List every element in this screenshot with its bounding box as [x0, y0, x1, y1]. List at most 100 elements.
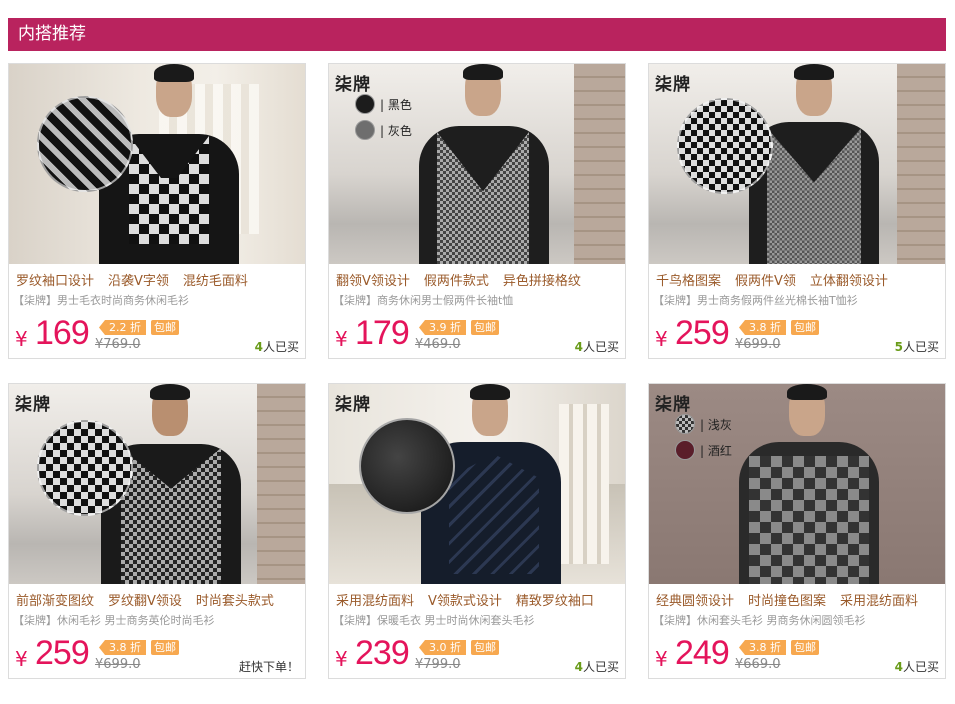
discount-badge: 3.0 折	[419, 640, 466, 655]
feature-text: 时尚套头款式	[195, 594, 274, 609]
feature-text: 罗纹翻V领设	[108, 594, 182, 609]
currency-symbol: ¥	[335, 327, 348, 351]
sold-count: 4人已买	[255, 338, 299, 355]
currency-symbol: ¥	[655, 327, 668, 351]
original-price: ¥699.0	[95, 657, 141, 672]
feature-text: V领款式设计	[428, 594, 502, 609]
sold-count: 5人已买	[895, 338, 939, 355]
feature-text: 假两件V领	[735, 274, 796, 289]
free-shipping-tag: 包邮	[471, 320, 499, 335]
sold-label: 赶快下单！	[238, 660, 299, 674]
currency-symbol: ¥	[655, 647, 668, 671]
discount-badge: 3.8 折	[99, 640, 146, 655]
product-image[interactable]: 柒牌 | 黑色 | 灰色	[329, 64, 625, 264]
product-card[interactable]: 柒牌 前部渐变图纹 罗纹翻V领设 时尚套头款式 【柒牌】休闲毛衫 男士商务英伦时尚毛…	[8, 383, 306, 679]
product-image[interactable]: 柒牌	[329, 384, 625, 584]
section-title: 内搭推荐	[18, 24, 86, 44]
sale-price: 259	[35, 634, 90, 672]
feature-text: 翻领V领设计	[336, 274, 410, 289]
product-card[interactable]: 柒牌 | 黑色 | 灰色 翻领V领设计 假两件款式 异色拼接格纹 【柒牌】商务休闲男…	[328, 63, 626, 359]
feature-list: 前部渐变图纹 罗纹翻V领设 时尚套头款式	[16, 590, 288, 609]
feature-text: 罗纹袖口设计	[16, 274, 95, 289]
currency-symbol: ¥	[335, 647, 348, 671]
swatch-label: | 浅灰	[700, 417, 732, 432]
swatch-label: | 灰色	[380, 123, 412, 138]
currency-symbol: ¥	[15, 327, 28, 351]
color-swatch[interactable]: | 黑色	[355, 94, 412, 114]
feature-text: 采用混纺面料	[336, 594, 415, 609]
sale-price: 259	[675, 314, 730, 352]
free-shipping-tag: 包邮	[791, 640, 819, 655]
product-card[interactable]: 罗纹袖口设计 沿袭V字领 混纺毛面料 【柒牌】男士毛衣时尚商务休闲毛衫 ¥ 169 …	[8, 63, 306, 359]
swatch-label: | 黑色	[380, 97, 412, 112]
feature-list: 经典圆领设计 时尚撞色图案 采用混纺面料	[656, 590, 932, 609]
sold-number: 4	[894, 660, 903, 674]
product-image[interactable]: 柒牌	[9, 384, 305, 584]
sold-label: 人已买	[582, 660, 619, 674]
feature-text: 采用混纺面料	[840, 594, 919, 609]
product-title[interactable]: 【柒牌】男士毛衣时尚商务休闲毛衫	[13, 292, 189, 308]
product-title[interactable]: 【柒牌】休闲毛衫 男士商务英伦时尚毛衫	[13, 612, 215, 628]
feature-list: 罗纹袖口设计 沿袭V字领 混纺毛面料	[16, 270, 262, 289]
sold-count: 4人已买	[895, 658, 939, 675]
discount-badge: 2.2 折	[99, 320, 146, 335]
sold-number: 5	[894, 340, 903, 354]
product-image[interactable]	[9, 64, 305, 264]
feature-text: 经典圆领设计	[656, 594, 735, 609]
swatch-label: | 酒红	[700, 443, 732, 458]
feature-text: 混纺毛面料	[182, 274, 248, 289]
color-swatch[interactable]: | 灰色	[355, 120, 412, 140]
product-title[interactable]: 【柒牌】保暖毛衣 男士时尚休闲套头毛衫	[333, 612, 535, 628]
feature-list: 采用混纺面料 V领款式设计 精致罗纹袖口	[336, 590, 608, 609]
section-header: 内搭推荐	[8, 18, 946, 51]
sold-count: 4人已买	[575, 658, 619, 675]
brand-logo: 柒牌	[655, 395, 691, 415]
feature-text: 异色拼接格纹	[502, 274, 581, 289]
free-shipping-tag: 包邮	[151, 640, 179, 655]
product-card[interactable]: 柒牌 采用混纺面料 V领款式设计 精致罗纹袖口 【柒牌】保暖毛衣 男士时尚休闲套头毛…	[328, 383, 626, 679]
product-card[interactable]: 柒牌 | 浅灰 | 酒红 经典圆领设计 时尚撞色图案 采用混纺面料 【柒牌】休闲套头…	[648, 383, 946, 679]
feature-text: 假两件款式	[423, 274, 489, 289]
feature-text: 前部渐变图纹	[16, 594, 95, 609]
sold-label: 人已买	[262, 340, 299, 354]
color-swatch[interactable]: | 浅灰	[675, 414, 732, 434]
sold-count: 4人已买	[575, 338, 619, 355]
sold-number: 4	[574, 340, 583, 354]
brand-logo: 柒牌	[655, 75, 691, 95]
brand-logo: 柒牌	[335, 75, 371, 95]
feature-text: 时尚撞色图案	[748, 594, 827, 609]
feature-list: 千鸟格图案 假两件V领 立体翻领设计	[656, 270, 902, 289]
original-price: ¥699.0	[735, 337, 781, 352]
product-title[interactable]: 【柒牌】男士商务假两件丝光棉长袖T恤衫	[653, 292, 858, 308]
original-price: ¥799.0	[415, 657, 461, 672]
free-shipping-tag: 包邮	[151, 320, 179, 335]
feature-text: 立体翻领设计	[809, 274, 888, 289]
product-title[interactable]: 【柒牌】休闲套头毛衫 男商务休闲圆领毛衫	[653, 612, 866, 628]
sale-price: 239	[355, 634, 410, 672]
product-image[interactable]: 柒牌 | 浅灰 | 酒红	[649, 384, 945, 584]
product-title[interactable]: 【柒牌】商务休闲男士假两件长袖t恤	[333, 292, 513, 308]
currency-symbol: ¥	[15, 647, 28, 671]
original-price: ¥769.0	[95, 337, 141, 352]
free-shipping-tag: 包邮	[791, 320, 819, 335]
feature-list: 翻领V领设计 假两件款式 异色拼接格纹	[336, 270, 595, 289]
sold-label: 人已买	[582, 340, 619, 354]
color-swatch[interactable]: | 酒红	[675, 440, 732, 460]
sold-label: 人已买	[902, 660, 939, 674]
feature-text: 精致罗纹袖口	[515, 594, 594, 609]
sold-number: 4	[254, 340, 263, 354]
brand-logo: 柒牌	[15, 395, 51, 415]
sold-count: 赶快下单！	[239, 658, 299, 675]
feature-text: 千鸟格图案	[656, 274, 722, 289]
original-price: ¥469.0	[415, 337, 461, 352]
free-shipping-tag: 包邮	[471, 640, 499, 655]
product-image[interactable]: 柒牌	[649, 64, 945, 264]
discount-badge: 3.9 折	[419, 320, 466, 335]
discount-badge: 3.8 折	[739, 640, 786, 655]
feature-text: 沿袭V字领	[108, 274, 169, 289]
discount-badge: 3.8 折	[739, 320, 786, 335]
product-card[interactable]: 柒牌 千鸟格图案 假两件V领 立体翻领设计 【柒牌】男士商务假两件丝光棉长袖T恤衫 …	[648, 63, 946, 359]
sale-price: 169	[35, 314, 90, 352]
sale-price: 249	[675, 634, 730, 672]
brand-logo: 柒牌	[335, 395, 371, 415]
